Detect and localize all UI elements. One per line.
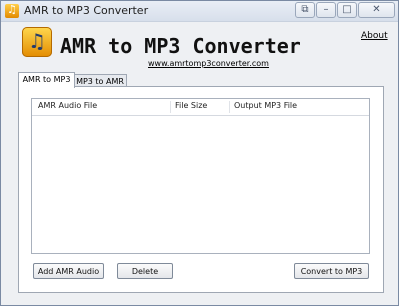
about-link[interactable]: About bbox=[361, 31, 388, 41]
window-title: AMR to MP3 Converter bbox=[24, 4, 149, 17]
delete-button[interactable]: Delete bbox=[117, 263, 173, 279]
music-note-icon: ♫ bbox=[28, 29, 46, 53]
column-header-amr-audio-file[interactable]: AMR Audio File bbox=[38, 101, 97, 110]
maximize-icon: □ bbox=[342, 4, 352, 15]
close-button[interactable]: ✕ bbox=[358, 2, 395, 18]
title-bar[interactable]: AMR to MP3 Converter ⧉ – □ ✕ bbox=[1, 1, 398, 22]
pin-icon: ⧉ bbox=[301, 4, 309, 15]
tab-panel: AMR Audio File File Size Output MP3 File… bbox=[18, 86, 384, 293]
convert-to-mp3-button[interactable]: Convert to MP3 bbox=[294, 263, 369, 279]
column-header-output-mp3-file[interactable]: Output MP3 File bbox=[234, 101, 297, 110]
minimize-icon: – bbox=[323, 4, 329, 15]
website-link[interactable]: www.amrtomp3converter.com bbox=[148, 59, 269, 68]
close-icon: ✕ bbox=[372, 4, 381, 15]
column-divider[interactable] bbox=[170, 101, 171, 113]
column-divider[interactable] bbox=[229, 101, 230, 113]
file-list-header: AMR Audio File File Size Output MP3 File bbox=[32, 99, 369, 116]
pin-button[interactable]: ⧉ bbox=[295, 2, 315, 18]
maximize-button[interactable]: □ bbox=[337, 2, 357, 18]
tab-amr-to-mp3[interactable]: AMR to MP3 bbox=[18, 72, 75, 88]
music-note-icon bbox=[5, 3, 19, 18]
app-title: AMR to MP3 Converter bbox=[60, 34, 301, 58]
add-amr-audio-button[interactable]: Add AMR Audio bbox=[33, 263, 104, 279]
column-header-file-size[interactable]: File Size bbox=[175, 101, 207, 110]
app-window: AMR to MP3 Converter ⧉ – □ ✕ ♫ AMR to MP… bbox=[0, 0, 399, 306]
file-list[interactable]: AMR Audio File File Size Output MP3 File bbox=[31, 98, 370, 254]
app-logo: ♫ bbox=[22, 27, 52, 57]
minimize-button[interactable]: – bbox=[316, 2, 336, 18]
